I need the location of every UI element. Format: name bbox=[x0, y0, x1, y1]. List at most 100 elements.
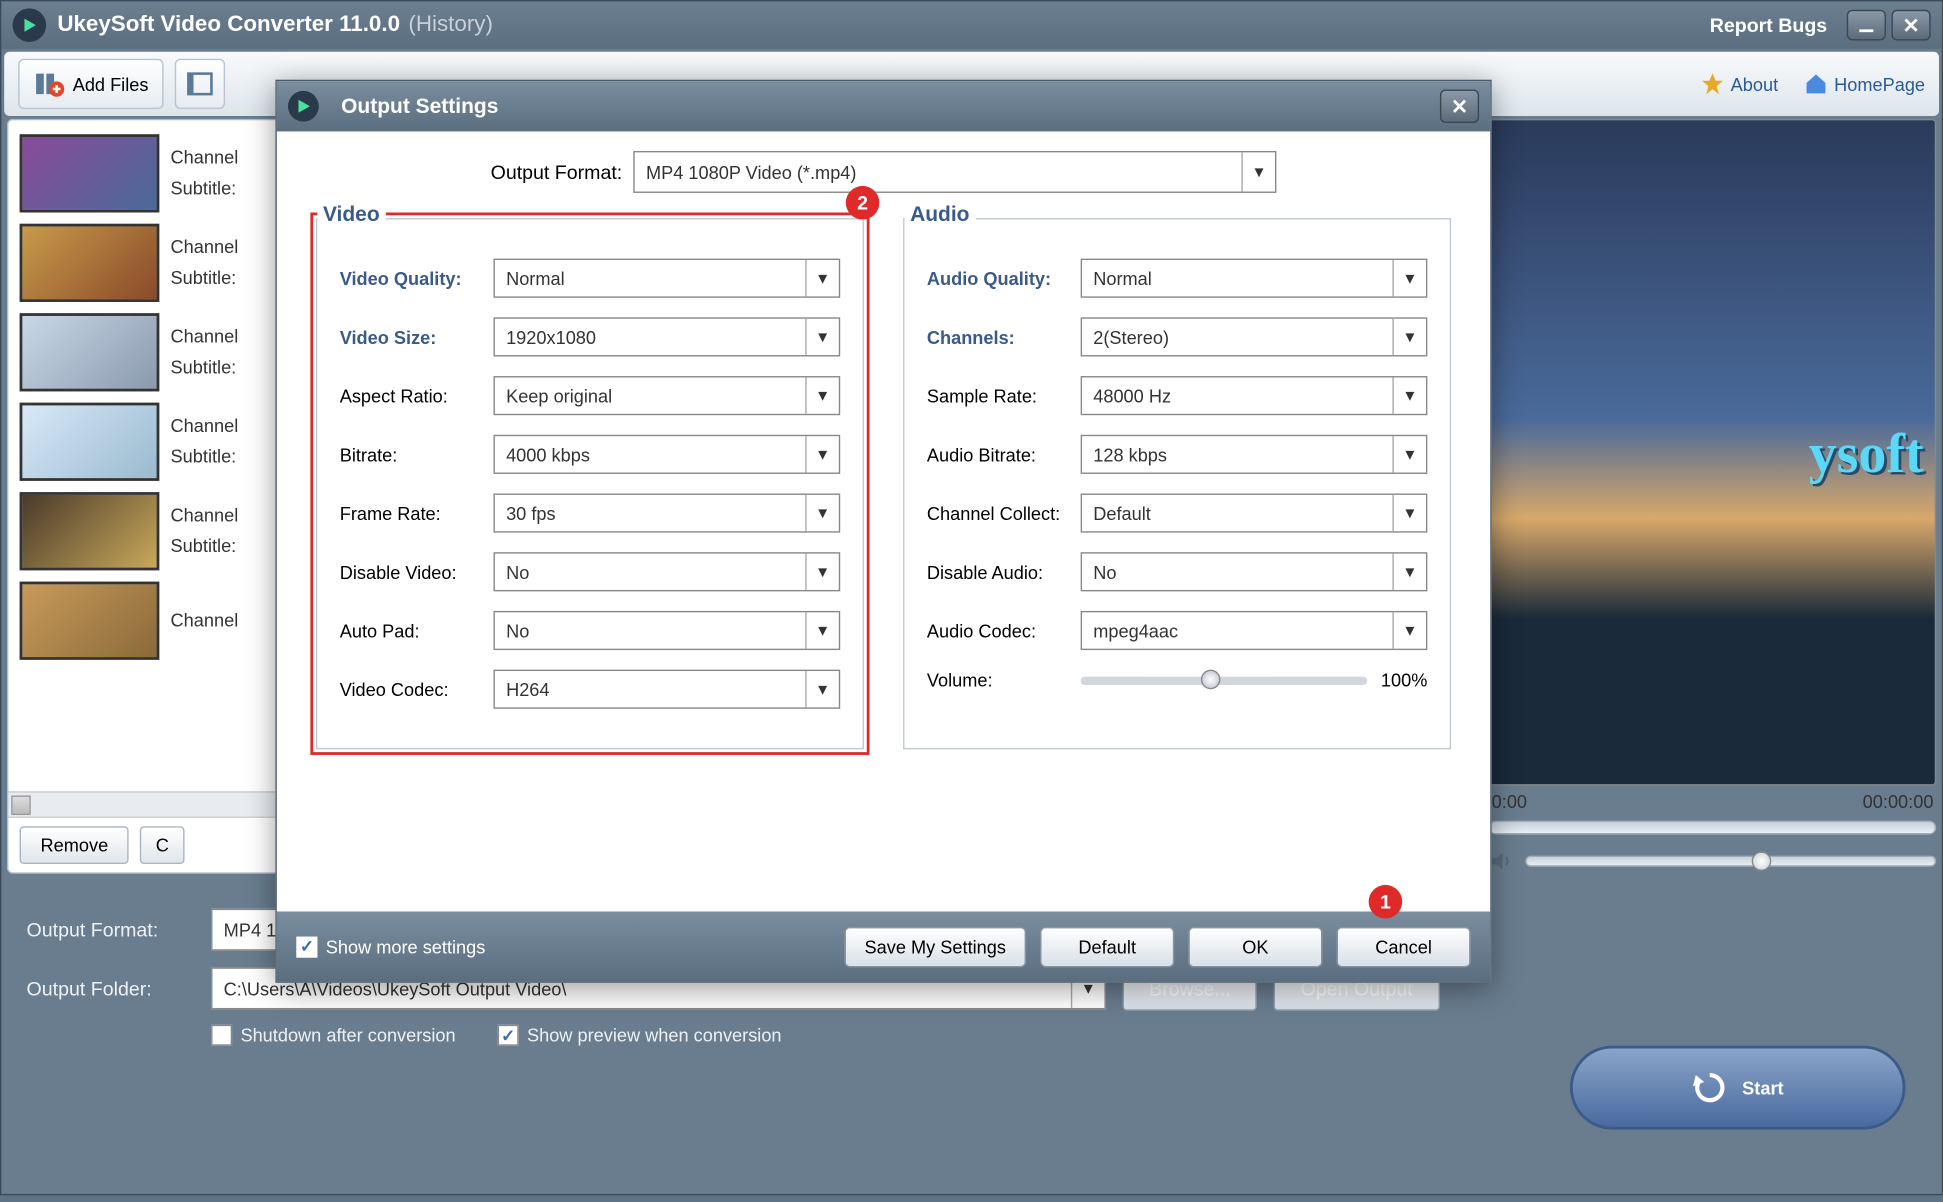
preview-checkbox[interactable]: Show preview when conversion bbox=[498, 1025, 782, 1046]
dialog-close-button[interactable] bbox=[1440, 89, 1479, 123]
chevron-down-icon: ▾ bbox=[805, 377, 839, 413]
thumbnail bbox=[20, 582, 160, 660]
annotation-badge-2: 2 bbox=[846, 186, 880, 220]
thumbnail bbox=[20, 313, 160, 391]
app-subtitle: (History) bbox=[408, 13, 492, 38]
chevron-down-icon: ▾ bbox=[1242, 152, 1276, 191]
volume-label: Volume: bbox=[927, 670, 1081, 691]
homepage-label: HomePage bbox=[1834, 73, 1925, 94]
video-label-6: Auto Pad: bbox=[340, 620, 494, 641]
audio-combo-1[interactable]: 2(Stereo)▾ bbox=[1081, 317, 1428, 356]
video-fieldset: 2 Video Video Quality:Normal▾Video Size:… bbox=[316, 218, 864, 749]
add-icon bbox=[34, 69, 65, 100]
refresh-icon bbox=[1692, 1069, 1728, 1105]
chevron-down-icon: ▾ bbox=[805, 436, 839, 472]
default-button[interactable]: Default bbox=[1040, 926, 1174, 967]
video-combo-7[interactable]: H264▾ bbox=[493, 670, 840, 709]
ok-button[interactable]: OK bbox=[1188, 926, 1322, 967]
chevron-down-icon: ▾ bbox=[805, 495, 839, 531]
cancel-button[interactable]: Cancel bbox=[1336, 926, 1470, 967]
annotation-badge-1: 1 bbox=[1369, 885, 1403, 919]
audio-label-0: Audio Quality: bbox=[927, 268, 1081, 289]
output-folder-label: Output Folder: bbox=[27, 977, 195, 999]
add-files-label: Add Files bbox=[73, 73, 149, 94]
video-value-7: H264 bbox=[506, 679, 549, 700]
dlg-volume-slider[interactable] bbox=[1081, 676, 1367, 684]
audio-fieldset: Audio Audio Quality:Normal▾Channels:2(St… bbox=[903, 218, 1451, 749]
audio-legend: Audio bbox=[905, 203, 976, 227]
video-value-6: No bbox=[506, 620, 529, 641]
video-value-1: 1920x1080 bbox=[506, 326, 596, 347]
volume-slider[interactable] bbox=[1525, 856, 1936, 867]
audio-value-6: mpeg4aac bbox=[1093, 620, 1178, 641]
time-total: 00:00:00 bbox=[1863, 791, 1934, 812]
minimize-button[interactable] bbox=[1847, 10, 1886, 41]
chevron-down-icon: ▾ bbox=[805, 260, 839, 296]
add-files-button[interactable]: Add Files bbox=[18, 59, 164, 109]
audio-value-1: 2(Stereo) bbox=[1093, 326, 1169, 347]
about-label: About bbox=[1731, 73, 1779, 94]
video-label-1: Video Size: bbox=[340, 326, 494, 347]
video-value-0: Normal bbox=[506, 268, 565, 289]
video-label-3: Bitrate: bbox=[340, 444, 494, 465]
video-combo-0[interactable]: Normal ▾ bbox=[493, 259, 840, 298]
video-value-4: 30 fps bbox=[506, 503, 556, 524]
c-button[interactable]: C bbox=[140, 826, 184, 864]
remove-button[interactable]: Remove bbox=[20, 826, 130, 864]
chevron-down-icon: ▾ bbox=[805, 554, 839, 590]
audio-value-5: No bbox=[1093, 561, 1116, 582]
video-value-3: 4000 kbps bbox=[506, 444, 590, 465]
homepage-link[interactable]: HomePage bbox=[1803, 71, 1925, 96]
audio-value-0: Normal bbox=[1093, 268, 1152, 289]
video-combo-1[interactable]: 1920x1080 ▾ bbox=[493, 317, 840, 356]
audio-label-2: Sample Rate: bbox=[927, 385, 1081, 406]
report-bugs-link[interactable]: Report Bugs bbox=[1710, 14, 1827, 36]
audio-combo-6[interactable]: mpeg4aac▾ bbox=[1081, 611, 1428, 650]
video-combo-3[interactable]: 4000 kbps ▾ bbox=[493, 435, 840, 474]
chevron-down-icon: ▾ bbox=[1392, 377, 1426, 413]
video-label-0: Video Quality: bbox=[340, 268, 494, 289]
output-settings-dialog: Output Settings Output Format: MP4 1080P… bbox=[275, 80, 1491, 983]
audio-combo-3[interactable]: 128 kbps▾ bbox=[1081, 435, 1428, 474]
video-label-4: Frame Rate: bbox=[340, 503, 494, 524]
video-combo-4[interactable]: 30 fps ▾ bbox=[493, 493, 840, 532]
volume-icon[interactable] bbox=[1489, 849, 1514, 874]
start-button[interactable]: Start bbox=[1570, 1046, 1906, 1130]
video-value-5: No bbox=[506, 561, 529, 582]
start-label: Start bbox=[1742, 1077, 1783, 1098]
preview-image: ysoft bbox=[1489, 119, 1936, 786]
toolbar-button-2[interactable] bbox=[175, 59, 225, 109]
close-button[interactable] bbox=[1891, 10, 1930, 41]
video-label-5: Disable Video: bbox=[340, 561, 494, 582]
audio-label-6: Audio Codec: bbox=[927, 620, 1081, 641]
app-icon bbox=[13, 8, 47, 42]
audio-combo-0[interactable]: Normal▾ bbox=[1081, 259, 1428, 298]
dialog-icon bbox=[288, 91, 319, 122]
dlg-output-format-label: Output Format: bbox=[491, 161, 623, 183]
video-combo-2[interactable]: Keep original▾ bbox=[493, 376, 840, 415]
about-link[interactable]: About bbox=[1700, 71, 1778, 96]
shutdown-checkbox[interactable]: Shutdown after conversion bbox=[211, 1025, 456, 1046]
chevron-down-icon: ▾ bbox=[805, 612, 839, 648]
dlg-output-format-combo[interactable]: MP4 1080P Video (*.mp4) ▾ bbox=[633, 151, 1276, 193]
titlebar: UkeySoft Video Converter 11.0.0 (History… bbox=[1, 1, 1941, 49]
video-combo-6[interactable]: No ▾ bbox=[493, 611, 840, 650]
chevron-down-icon: ▾ bbox=[1392, 554, 1426, 590]
audio-combo-5[interactable]: No ▾ bbox=[1081, 552, 1428, 591]
audio-combo-4[interactable]: Default▾ bbox=[1081, 493, 1428, 532]
dialog-title: Output Settings bbox=[341, 94, 498, 118]
audio-combo-2[interactable]: 48000 Hz▾ bbox=[1081, 376, 1428, 415]
volume-percent: 100% bbox=[1381, 670, 1427, 691]
chevron-down-icon: ▾ bbox=[1392, 495, 1426, 531]
seek-slider[interactable] bbox=[1489, 821, 1936, 835]
audio-value-3: 128 kbps bbox=[1093, 444, 1167, 465]
audio-label-1: Channels: bbox=[927, 326, 1081, 347]
video-label-2: Aspect Ratio: bbox=[340, 385, 494, 406]
time-current: 0:00 bbox=[1492, 791, 1527, 812]
show-more-checkbox[interactable]: Show more settings bbox=[296, 936, 485, 957]
video-label-7: Video Codec: bbox=[340, 679, 494, 700]
audio-label-5: Disable Audio: bbox=[927, 561, 1081, 582]
chevron-down-icon: ▾ bbox=[805, 319, 839, 355]
video-combo-5[interactable]: No ▾ bbox=[493, 552, 840, 591]
save-settings-button[interactable]: Save My Settings bbox=[844, 926, 1026, 967]
